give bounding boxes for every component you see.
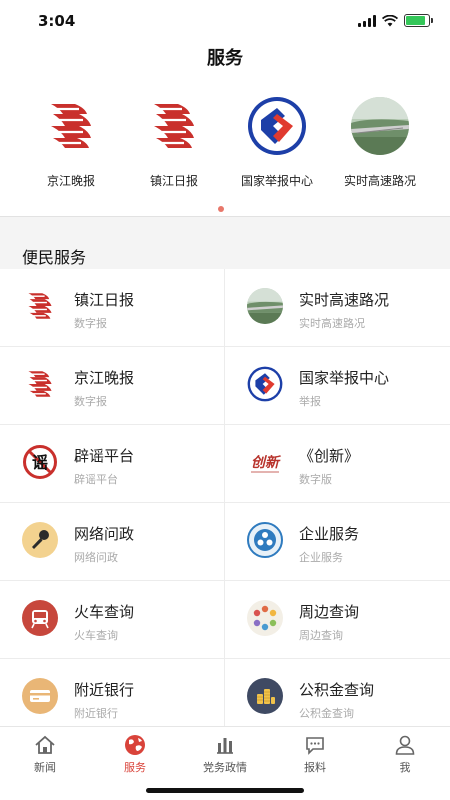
service-highway-traffic[interactable]: 实时高速路况 实时高速路况 [225,269,450,347]
service-nearby-query[interactable]: 周边查询 周边查询 [225,581,450,659]
service-title: 公积金查询 [299,681,375,699]
service-title: 辟谣平台 [74,447,135,465]
user-icon [393,733,417,757]
service-title: 京江晚报 [74,369,135,387]
service-train-query[interactable]: 火车查询 火车查询 [0,581,225,659]
service-subtitle: 公积金查询 [299,707,354,720]
tab-label: 党务政情 [203,761,247,774]
service-title: 火车查询 [74,603,135,621]
service-title: 周边查询 [299,603,360,621]
service-title: 企业服务 [299,525,360,543]
featured-carousel[interactable]: 京江晚报 镇江日报 国家举报中心 实时高速路况 [0,96,450,216]
highway-traffic-photo [350,96,410,156]
service-zhenjiang-daily[interactable]: 镇江日报 数字报 [0,269,225,347]
tab-label: 新闻 [34,761,56,774]
carousel-label: 镇江日报 [149,174,198,188]
section-header: 便民服务 [0,217,450,269]
service-rumor-refute[interactable]: 谣 辟谣平台 辟谣平台 [0,425,225,503]
zhenjiang-daily-logo [144,96,204,156]
tab-me[interactable]: 我 [360,733,450,775]
building-icon [213,733,237,757]
service-subtitle: 数字版 [299,473,332,486]
home-icon [33,733,57,757]
jingjiang-evening-news-logo [41,96,101,156]
service-subtitle: 数字报 [74,317,107,330]
service-title: 国家举报中心 [299,369,390,387]
innovation-magazine-logo: 创新 [247,444,283,480]
wifi-icon [382,14,398,26]
carousel-item-national-report[interactable]: 国家举报中心 [221,96,333,189]
battery-icon [404,14,433,27]
service-subtitle: 实时高速路况 [299,317,365,330]
tab-news[interactable]: 新闻 [0,733,90,775]
status-bar: 3:04 [0,0,450,44]
tab-report-tip[interactable]: 报料 [270,733,360,775]
page-title: 服务 [207,48,243,69]
svg-text:创新: 创新 [251,454,282,471]
nearby-icon [247,600,283,636]
service-innovation[interactable]: 创新 《创新》 数字版 [225,425,450,503]
national-report-center-logo [247,96,307,156]
carousel-item-highway-traffic[interactable]: 实时高速路况 [324,96,436,189]
tab-label: 服务 [124,761,146,774]
home-indicator [146,788,304,793]
service-title: 《创新》 [299,447,360,465]
national-report-center-logo [247,366,283,402]
train-icon [22,600,58,636]
service-online-politics[interactable]: 网络问政 网络问政 [0,503,225,581]
tab-party-affairs[interactable]: 党务政情 [180,733,270,775]
cellular-signal-icon [358,14,376,27]
globe-icon [123,733,147,757]
tab-label: 我 [399,761,411,774]
tab-label: 报料 [304,761,326,774]
service-title: 附近银行 [74,681,135,699]
service-title: 实时高速路况 [299,291,390,309]
microphone-icon [22,522,58,558]
carousel-label: 国家举报中心 [240,174,313,188]
service-subtitle: 数字报 [74,395,107,408]
carousel-label: 实时高速路况 [343,174,416,188]
service-subtitle: 火车查询 [74,629,118,642]
status-time: 3:04 [38,12,76,30]
tab-services[interactable]: 服务 [90,733,180,775]
service-title: 网络问政 [74,525,135,543]
carousel-page-indicator [218,206,224,212]
rumor-refute-logo: 谣 [22,444,58,480]
carousel-item-zhenjiang-daily[interactable]: 镇江日报 [118,96,230,189]
service-enterprise[interactable]: 企业服务 企业服务 [225,503,450,581]
svg-text:谣: 谣 [32,453,48,472]
zhenjiang-daily-logo [22,288,58,324]
service-subtitle: 网络问政 [74,551,118,564]
carousel-label: 京江晚报 [46,174,95,188]
service-national-report[interactable]: 国家举报中心 举报 [225,347,450,425]
status-icons [358,14,433,27]
service-subtitle: 辟谣平台 [74,473,118,486]
highway-traffic-photo [247,288,283,324]
service-subtitle: 企业服务 [299,551,343,564]
section-title: 便民服务 [22,248,87,267]
service-jingjiang-evening[interactable]: 京江晚报 数字报 [0,347,225,425]
service-subtitle: 附近银行 [74,707,118,720]
bank-card-icon [22,678,58,714]
carousel-item-jingjiang-evening[interactable]: 京江晚报 [15,96,127,189]
service-subtitle: 周边查询 [299,629,343,642]
service-title: 镇江日报 [74,291,135,309]
service-subtitle: 举报 [299,395,321,408]
coins-icon [247,678,283,714]
jingjiang-evening-news-logo [22,366,58,402]
enterprise-service-icon [247,522,283,558]
chat-bubble-icon [303,733,327,757]
